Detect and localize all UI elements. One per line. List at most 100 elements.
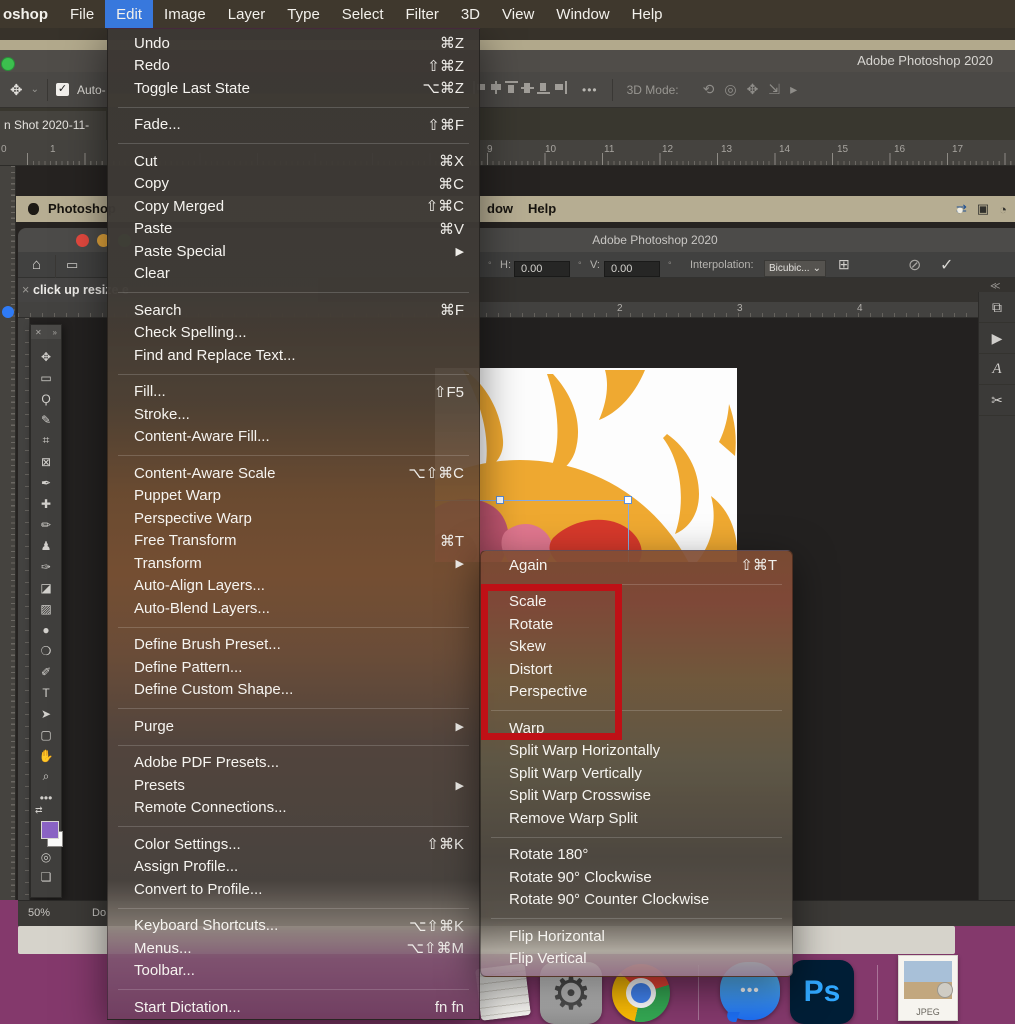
menu-item[interactable]: Stroke... xyxy=(108,403,479,426)
menu-item[interactable]: Menus... ⌥⇧⌘M xyxy=(108,937,479,960)
drag-3d-icon[interactable]: ✥ xyxy=(747,81,759,97)
menu-item[interactable]: Find and Replace Text... xyxy=(108,344,479,367)
inner-vertical-ruler xyxy=(18,318,30,900)
ruler-number: 0 xyxy=(1,144,7,155)
menu-item[interactable]: Keyboard Shortcuts... ⌥⇧⌘K xyxy=(108,915,479,938)
jpeg-file-dock-icon[interactable]: JPEG xyxy=(898,955,958,1021)
menubar-item-help[interactable]: Help xyxy=(621,0,674,28)
menu-item: Copy Merged ⇧⌘C xyxy=(108,195,479,218)
roll-3d-icon[interactable]: ◎ xyxy=(724,81,736,97)
inner-panel-strip: ⧉▶A✂ xyxy=(978,292,1015,900)
magnifier-badge-icon xyxy=(937,982,953,998)
degree-symbol: ° xyxy=(578,252,582,277)
menubar-item-filter[interactable]: Filter xyxy=(395,0,450,28)
camera-3d-icon[interactable]: ▸ xyxy=(790,81,797,97)
dock-divider xyxy=(877,965,878,1020)
menu-item[interactable]: Perspective Warp xyxy=(108,507,479,530)
menu-item[interactable]: Purge ▶ xyxy=(108,715,479,738)
red-highlight-annotation xyxy=(481,584,622,740)
menu-item[interactable]: Color Settings... ⇧⌘K xyxy=(108,833,479,856)
menu-item[interactable]: Rotate 180° xyxy=(481,844,792,867)
warp-mode-icon: ⊞ xyxy=(838,252,850,277)
inner-menu-help: Help xyxy=(528,196,556,222)
align-bottom-icon[interactable] xyxy=(536,81,552,94)
menu-item xyxy=(481,911,792,925)
menubar-item-image[interactable]: Image xyxy=(153,0,217,28)
menubar-item-layer[interactable]: Layer xyxy=(217,0,277,28)
photoshop-dock-icon[interactable]: Ps xyxy=(790,960,854,1024)
menu-item: Split Warp Crosswise xyxy=(481,785,792,808)
menu-item[interactable]: Assign Profile... xyxy=(108,856,479,879)
menubar-item-edit[interactable]: Edit xyxy=(105,0,153,28)
menu-item[interactable]: Transform ▶ xyxy=(108,552,479,575)
move-tool-icon[interactable]: ✥ xyxy=(10,81,23,99)
transform-handle[interactable] xyxy=(624,496,632,504)
menu-item[interactable]: Check Spelling... xyxy=(108,322,479,345)
menu-item[interactable]: Toolbar... xyxy=(108,960,479,983)
messages-icon-tail xyxy=(724,1012,740,1022)
chevron-down-icon[interactable]: ⌄ xyxy=(31,84,39,95)
menu-item[interactable]: Presets ▶ xyxy=(108,774,479,797)
path-select-tool-icon: ➤ xyxy=(31,703,61,724)
menubar-item-file[interactable]: File xyxy=(59,0,105,28)
align-right-icon[interactable] xyxy=(552,81,568,94)
menu-item[interactable]: Define Pattern... xyxy=(108,656,479,679)
inner-menu-window-tail: dow xyxy=(487,196,513,222)
hand-tool-icon: ✋ xyxy=(31,745,61,766)
pen-tool-icon: ✐ xyxy=(31,661,61,682)
h-value-field: 0.00 xyxy=(514,261,570,277)
menubar-item-3d[interactable]: 3D xyxy=(450,0,491,28)
menu-item[interactable]: Adobe PDF Presets... xyxy=(108,752,479,775)
auto-select-checkbox[interactable]: ✓ xyxy=(56,83,69,96)
quick-mask-icon: ◎ xyxy=(31,850,61,864)
menu-item xyxy=(108,367,479,381)
slide-3d-icon[interactable]: ⇲ xyxy=(768,81,780,97)
orbit-3d-icon[interactable]: ⟲ xyxy=(703,81,715,97)
menu-item: Paste ⌘V xyxy=(108,218,479,241)
menu-item[interactable]: Define Brush Preset... xyxy=(108,634,479,657)
blue-dot-indicator xyxy=(2,306,14,318)
menu-item[interactable]: Rotate 90° Clockwise xyxy=(481,866,792,889)
more-options-icon[interactable]: ••• xyxy=(582,83,598,97)
document-canvas[interactable] xyxy=(435,368,737,562)
menu-item: Split Warp Vertically xyxy=(481,762,792,785)
menu-item[interactable]: Remote Connections... xyxy=(108,797,479,820)
auto-select-label: Auto- xyxy=(77,83,106,97)
dodge-tool-icon: ❍ xyxy=(31,640,61,661)
menu-item[interactable]: Copy ⌘C xyxy=(108,173,479,196)
menu-item[interactable]: Search ⌘F xyxy=(108,299,479,322)
menu-item[interactable]: Flip Vertical xyxy=(481,948,792,971)
menu-item[interactable]: Puppet Warp xyxy=(108,485,479,508)
transform-handle[interactable] xyxy=(496,496,504,504)
menu-item[interactable]: Start Dictation... fn fn xyxy=(108,996,479,1019)
menubar-item-photoshop[interactable]: oshop xyxy=(0,0,59,28)
user-status-icon: ● xyxy=(956,202,969,215)
ruler-number: 4 xyxy=(857,303,863,314)
menu-bar: oshopFileEditImageLayerTypeSelectFilter3… xyxy=(0,0,1015,28)
menu-item[interactable]: Flip Horizontal xyxy=(481,925,792,948)
menu-item[interactable]: Fill... ⇧F5 xyxy=(108,381,479,404)
menubar-item-view[interactable]: View xyxy=(491,0,545,28)
menu-item[interactable]: Content-Aware Scale ⌥⇧⌘C xyxy=(108,462,479,485)
ruler-number: 15 xyxy=(837,144,848,155)
menu-item xyxy=(108,448,479,462)
menu-item[interactable]: Free Transform ⌘T xyxy=(108,530,479,553)
gradient-tool-icon: ▨ xyxy=(31,598,61,619)
menu-item[interactable]: Convert to Profile... xyxy=(108,878,479,901)
swap-colors-icon: ⇄ xyxy=(35,805,43,816)
menubar-item-select[interactable]: Select xyxy=(331,0,395,28)
align-center-h-icon[interactable] xyxy=(488,81,504,94)
align-middle-icon[interactable] xyxy=(520,81,536,94)
ruler-number: 11 xyxy=(604,144,614,155)
align-top-icon[interactable] xyxy=(504,81,520,94)
green-traffic-light[interactable] xyxy=(1,57,15,71)
menu-item xyxy=(108,100,479,114)
apple-logo-icon xyxy=(28,203,39,215)
menu-item[interactable]: Rotate 90° Counter Clockwise xyxy=(481,889,792,912)
document-tab[interactable]: n Shot 2020-11- xyxy=(0,111,106,140)
zoom-level[interactable]: 50% xyxy=(28,907,50,919)
menubar-item-window[interactable]: Window xyxy=(545,0,620,28)
outer-window-title: Adobe Photoshop 2020 xyxy=(857,50,993,72)
inner-app-name: Photoshop xyxy=(48,196,116,222)
menubar-item-type[interactable]: Type xyxy=(276,0,331,28)
